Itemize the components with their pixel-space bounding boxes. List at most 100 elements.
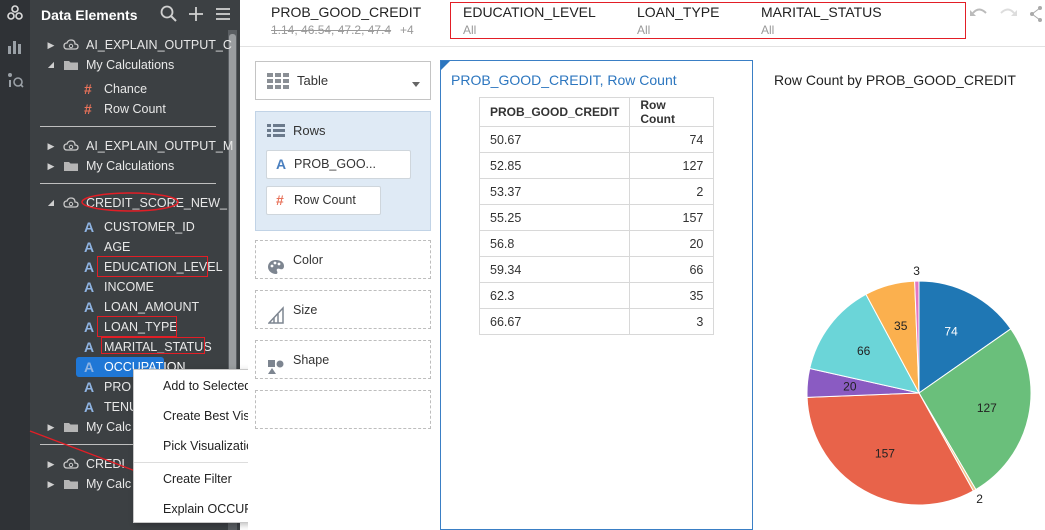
- redo-icon[interactable]: [997, 4, 1019, 24]
- color-drop-zone[interactable]: Color: [255, 240, 431, 279]
- rows-icon: [267, 124, 285, 141]
- filter-education-value: All: [463, 23, 477, 37]
- menu-item-create-filter[interactable]: Create Filter: [163, 469, 232, 489]
- attribute-icon: A: [82, 359, 98, 375]
- row-pill-label: PROB_GOO...: [294, 157, 376, 171]
- attribute-icon: A: [82, 399, 98, 415]
- svg-text:#: #: [84, 81, 92, 97]
- pie-data-label: 74: [944, 324, 958, 338]
- selected-corner-icon: [441, 61, 450, 70]
- pie-chart-title: Row Count by PROB_GOOD_CREDIT: [774, 72, 1016, 88]
- shape-drop-zone[interactable]: Shape: [255, 340, 431, 379]
- rows-label: Rows: [293, 123, 326, 138]
- attribute-icon: A: [82, 339, 98, 355]
- filter-prob-values: 1.14, 46.54, 47.2, 47.4: [271, 23, 392, 37]
- pie-data-label: 2: [976, 492, 983, 506]
- pie-chart[interactable]: 74 127 2 157 20 66 35 3: [790, 262, 1045, 524]
- data-icon[interactable]: [5, 4, 25, 24]
- dataset-icon: [63, 195, 79, 211]
- tree-item-label: Chance: [104, 82, 148, 96]
- extra-drop-zone[interactable]: [255, 390, 431, 429]
- tree-item[interactable]: A INCOME: [30, 277, 225, 297]
- panel-title: Data Elements: [41, 7, 138, 23]
- column-header[interactable]: Row Count: [629, 97, 715, 127]
- pie-data-label: 127: [977, 401, 997, 415]
- filter-prob-more[interactable]: +4: [400, 23, 414, 37]
- tree-item-label: My Calculations: [86, 58, 175, 72]
- add-icon[interactable]: [186, 4, 206, 24]
- filter-marital-name[interactable]: MARITAL_STATUS: [761, 4, 882, 20]
- tree-item[interactable]: ◢ My Calculations: [30, 55, 225, 75]
- search-icon[interactable]: [159, 4, 179, 24]
- table-row[interactable]: 52.85 127: [478, 152, 715, 179]
- annotation-box-marital: [101, 337, 205, 354]
- row-pill-label: Row Count: [294, 193, 356, 207]
- svg-text:A: A: [84, 319, 94, 335]
- tree-item-label: LOAN_AMOUNT: [104, 300, 200, 314]
- tree-item[interactable]: A AGE: [30, 237, 225, 257]
- filter-prob-name[interactable]: PROB_GOOD_CREDIT: [271, 4, 421, 20]
- attribute-icon: A: [82, 379, 98, 395]
- measure-icon: #: [82, 81, 98, 97]
- tree-item[interactable]: A LOAN_AMOUNT: [30, 297, 225, 317]
- expand-down-icon[interactable]: ◢: [46, 55, 56, 75]
- table-visualization[interactable]: PROB_GOOD_CREDIT, Row Count PROB_GOOD_CR…: [440, 60, 753, 530]
- rows-drop-zone[interactable]: Rows A PROB_GOO... # Row Count: [255, 111, 431, 231]
- expand-down-icon[interactable]: ◢: [46, 193, 56, 213]
- tree-item[interactable]: ▶ My Calculations: [30, 156, 225, 176]
- tree-item[interactable]: # Chance: [30, 79, 225, 99]
- tree-item[interactable]: ▶ AI_EXPLAIN_OUTPUT_C: [30, 35, 232, 55]
- table-cell-prob: 62.3: [478, 282, 631, 309]
- annotation-ellipse: [81, 192, 179, 212]
- table-cell-prob: 50.67: [478, 126, 631, 153]
- svg-text:A: A: [84, 359, 94, 375]
- pie-data-label: 66: [857, 344, 871, 358]
- table-row[interactable]: 53.37 2: [478, 178, 715, 205]
- table-row[interactable]: 66.67 3: [478, 308, 715, 335]
- table-cell-count: 74: [629, 126, 715, 153]
- table-row[interactable]: 50.67 74: [478, 126, 715, 153]
- annotation-box-loan-type: [97, 316, 177, 337]
- visualizations-icon[interactable]: [5, 37, 25, 57]
- table-row[interactable]: 55.25 157: [478, 204, 715, 231]
- svg-text:A: A: [84, 279, 94, 295]
- table-cell-prob: 56.8: [478, 230, 631, 257]
- table-viz-title: PROB_GOOD_CREDIT, Row Count: [451, 72, 677, 88]
- undo-icon[interactable]: [968, 4, 990, 24]
- color-label: Color: [293, 253, 323, 267]
- column-header[interactable]: PROB_GOOD_CREDIT: [478, 97, 631, 127]
- table-row[interactable]: 56.8 20: [478, 230, 715, 257]
- attribute-icon: A: [82, 279, 98, 295]
- grammar-panel: Table Rows A PROB_GOO... # Row Count Col…: [248, 55, 436, 530]
- row-pill-prob-good[interactable]: A PROB_GOO...: [266, 150, 411, 179]
- table-row[interactable]: 59.34 66: [478, 256, 715, 283]
- table-viz-icon: [267, 73, 289, 92]
- filter-education-name[interactable]: EDUCATION_LEVEL: [463, 4, 596, 20]
- viz-type-dropdown[interactable]: Table: [255, 61, 431, 100]
- topbar-divider: [240, 46, 1045, 47]
- panel-scroll-thumb[interactable]: [229, 34, 236, 374]
- expand-right-icon[interactable]: ▶: [46, 35, 56, 55]
- filter-loan-type-name[interactable]: LOAN_TYPE: [637, 4, 719, 20]
- svg-text:A: A: [84, 399, 94, 415]
- expand-right-icon[interactable]: ▶: [46, 136, 56, 156]
- dataset-icon: [63, 37, 79, 53]
- tree-item[interactable]: A CUSTOMER_ID: [30, 217, 225, 237]
- row-pill-row-count[interactable]: # Row Count: [266, 186, 381, 215]
- size-drop-zone[interactable]: Size: [255, 290, 431, 329]
- expand-right-icon[interactable]: ▶: [46, 156, 56, 176]
- menu-icon[interactable]: [213, 4, 233, 24]
- tree-item-label: PRO: [104, 380, 132, 394]
- tree-item[interactable]: ▶ AI_EXPLAIN_OUTPUT_M: [30, 136, 234, 156]
- analytics-icon[interactable]: [5, 70, 25, 90]
- attribute-icon: A: [82, 219, 98, 235]
- tree-item[interactable]: # Row Count: [30, 99, 225, 119]
- table-row[interactable]: 62.3 35: [478, 282, 715, 309]
- share-icon[interactable]: [1029, 4, 1043, 24]
- filter-bar: PROB_GOOD_CREDIT 1.14, 46.54, 47.2, 47.4…: [240, 0, 1045, 46]
- table-cell-count: 20: [629, 230, 715, 257]
- attribute-icon: A: [82, 259, 98, 275]
- table-cell-count: 66: [629, 256, 715, 283]
- tree-divider: [40, 126, 216, 127]
- tree-item-label: AGE: [104, 240, 131, 254]
